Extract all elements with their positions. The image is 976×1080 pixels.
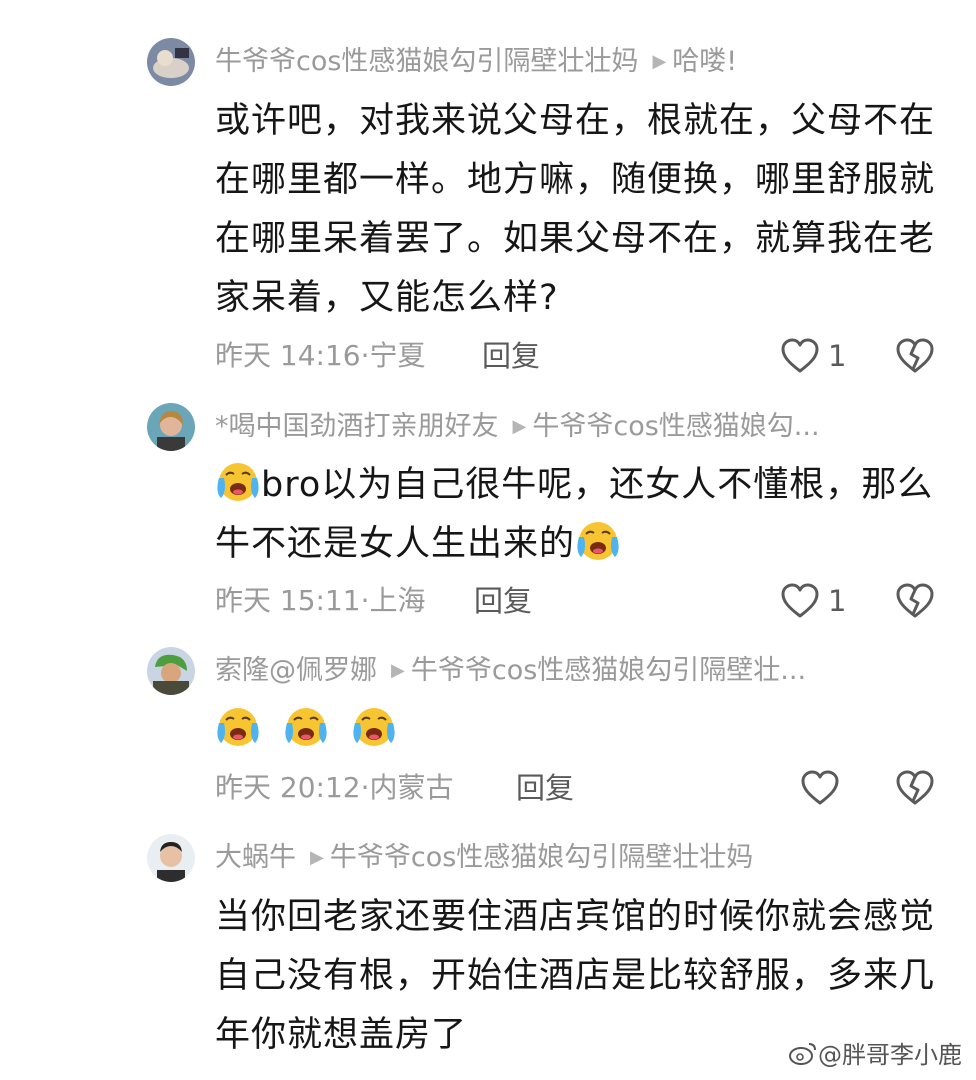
username[interactable]: 索隆@佩罗娜 [215,655,377,686]
location: 上海 [369,584,426,617]
heart-icon [800,768,840,808]
reply-button[interactable]: 回复 [482,334,540,378]
comment-line: 牛不还是女人生出来的 [215,515,935,574]
location: 宁夏 [369,339,426,372]
weibo-logo-icon [789,1042,816,1065]
reply-button[interactable]: 回复 [516,766,574,810]
comment-line-text: bro以为自己很牛呢，还女人不懂根，那么 [261,465,934,505]
meta-separator: · [360,771,370,804]
crying-emoji-icon [215,458,261,504]
comment-text: bro以为自己很牛呢，还女人不懂根，那么 牛不还是女人生出来的 [215,456,935,574]
reply-arrow-icon: ▶ [310,847,324,868]
reply-button[interactable]: 回复 [474,579,532,623]
like-count: 1 [828,339,847,373]
comment-line: 自己没有根，开始住酒店是比较舒服，多来几 [215,956,936,996]
username[interactable]: 牛爷爷cos性感猫娘勾引隔壁壮壮妈 [215,46,638,77]
comment-header: 大蜗牛 ▶ 牛爷爷cos性感猫娘勾引隔壁壮壮妈 [215,838,936,878]
timestamp: 昨天 20:12 [215,771,361,804]
broken-heart-icon[interactable] [895,581,935,621]
reply-target[interactable]: 牛爷爷cos性感猫娘勾引隔壁壮... [411,655,806,686]
avatar[interactable] [147,38,195,86]
like-button[interactable] [800,766,840,810]
reply-target[interactable]: 牛爷爷cos性感猫娘勾引隔壁壮壮妈 [330,842,753,873]
comment-line: 当你回老家还要住酒店宾馆的时候你就会感觉 [215,897,936,937]
timestamp: 昨天 14:16 [215,339,361,372]
heart-icon [780,581,820,621]
reply-arrow-icon: ▶ [652,51,667,72]
crying-emoji-icon [283,703,329,749]
comment-text [215,701,935,760]
comment-header: 牛爷爷cos性感猫娘勾引隔壁壮壮妈 ▶ 哈喽! [215,42,936,82]
meta-separator: · [360,339,370,372]
avatar[interactable] [147,403,195,451]
comment-meta: 昨天 15:11·上海 [215,579,426,623]
broken-heart-icon[interactable] [895,768,935,808]
like-button[interactable]: 1 [780,579,846,623]
comment-meta: 昨天 14:16·宁夏 [215,334,426,378]
broken-heart-icon[interactable] [895,336,935,376]
crying-emoji-icon [351,703,397,749]
watermark: @胖哥李小鹿 [788,1035,962,1070]
avatar[interactable] [147,834,195,882]
comment-line: 在哪里呆着罢了。如果父母不在，就算我在老 [215,219,936,259]
comment-line: bro以为自己很牛呢，还女人不懂根，那么 [215,456,935,515]
comment-line: 家呆着，又能怎么样? [215,278,559,318]
heart-icon [780,336,820,376]
reply-target[interactable]: 哈喽! [672,46,737,77]
timestamp: 昨天 15:11 [215,584,361,617]
reply-target[interactable]: 牛爷爷cos性感猫娘勾... [532,411,819,442]
username[interactable]: *喝中国劲酒打亲朋好友 [215,411,499,442]
like-button[interactable]: 1 [780,334,846,378]
comment-line: 或许吧，对我来说父母在，根就在，父母不在 [215,101,936,141]
reply-arrow-icon: ▶ [391,660,405,681]
comment-meta: 昨天 20:12·内蒙古 [215,766,454,810]
crying-emoji-icon [215,703,261,749]
comment-header: *喝中国劲酒打亲朋好友 ▶ 牛爷爷cos性感猫娘勾... [215,407,936,447]
location: 内蒙古 [369,771,454,804]
crying-emoji-icon [575,517,621,563]
comment-line-text: 牛不还是女人生出来的 [215,524,576,564]
comment-text: 或许吧，对我来说父母在，根就在，父母不在 在哪里都一样。地方嘛，随便换，哪里舒服… [215,92,935,328]
username[interactable]: 大蜗牛 [215,842,296,873]
meta-separator: · [360,584,370,617]
reply-arrow-icon: ▶ [512,416,527,437]
comment-line [215,701,935,760]
watermark-text: @胖哥李小鹿 [818,1041,962,1069]
comment-header: 索隆@佩罗娜 ▶ 牛爷爷cos性感猫娘勾引隔壁壮... [215,651,936,691]
avatar[interactable] [147,647,195,695]
like-count: 1 [828,584,847,618]
comment-line: 在哪里都一样。地方嘛，随便换，哪里舒服就 [215,160,936,200]
